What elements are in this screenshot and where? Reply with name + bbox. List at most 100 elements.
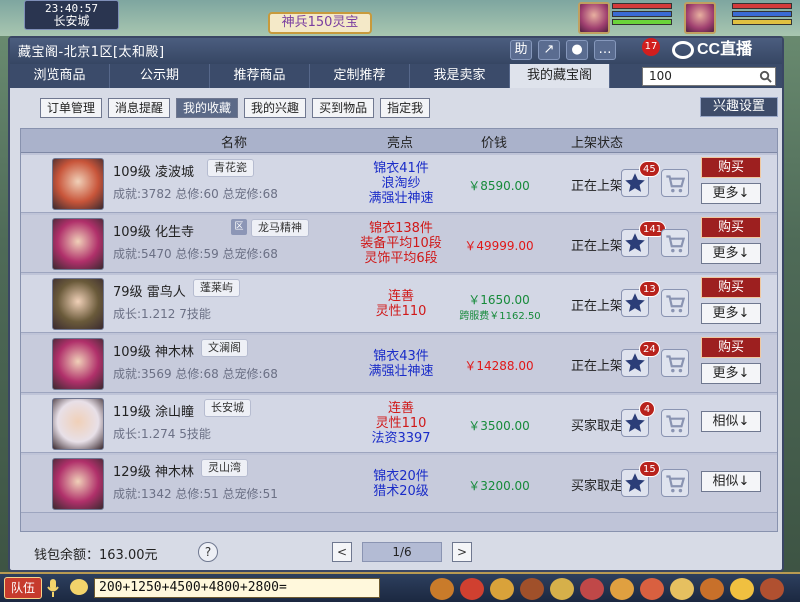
table-row[interactable]: 109级 神木林 文澜阁 成就:3569 总修:68 总宠修:68 锦衣43件 满强壮神… (21, 335, 777, 393)
tab-seller[interactable]: 我是卖家 (410, 64, 510, 88)
character-portrait[interactable] (52, 338, 104, 390)
game-hud-top: 23:40:57 长安城 神兵150灵宝 (0, 0, 800, 36)
tray-emote-icon[interactable] (730, 578, 754, 600)
highlights: 连善 灵性110 (356, 289, 446, 319)
tray-shop-icon[interactable] (580, 578, 604, 600)
more-button[interactable]: 更多↓ (701, 303, 761, 324)
tray-guild-icon[interactable] (670, 578, 694, 600)
price: ￥3500.00 (468, 419, 530, 433)
cart-button[interactable] (661, 349, 689, 377)
tab-publicity[interactable]: 公示期 (110, 64, 210, 88)
level-and-name[interactable]: 109级 神木林 (113, 341, 194, 360)
tray-mail-icon[interactable] (700, 578, 724, 600)
tray-gift-icon[interactable] (550, 578, 574, 600)
record-icon[interactable]: ● (566, 40, 588, 60)
favorite-count: 13 (639, 281, 660, 297)
character-portrait[interactable] (52, 458, 104, 510)
highlight-line: 装备平均10段 (360, 236, 442, 251)
char-stats: 成就:5470 总修:59 总宠修:68 (113, 247, 278, 261)
prev-page-button[interactable]: < (332, 542, 352, 562)
character-portrait[interactable] (52, 398, 104, 450)
character-portrait[interactable] (52, 278, 104, 330)
table-row[interactable]: 79级 雷鸟人 蓬莱屿 成长:1.212 7技能 连善 灵性110 ￥1650.00 跨服费… (21, 275, 777, 333)
table-row[interactable]: 129级 神木林 灵山湾 成就:1342 总修:51 总宠修:51 锦衣20件 猎术20… (21, 455, 777, 513)
favorite-count: 4 (639, 401, 655, 417)
help-icon[interactable]: ? (198, 542, 218, 562)
subtab-messages[interactable]: 消息提醒 (108, 98, 171, 118)
subtab-favorites[interactable]: 我的收藏 (176, 98, 239, 118)
subtab-interests[interactable]: 我的兴趣 (244, 98, 307, 118)
tray-settings-icon[interactable] (760, 578, 784, 600)
cart-button[interactable] (661, 169, 689, 197)
help-icon[interactable]: 助 (510, 40, 532, 60)
char-name: 化生寺 (154, 225, 194, 240)
search-value: 100 (649, 69, 672, 83)
table-row[interactable]: 109级 化生寺 区龙马精神 成就:5470 总修:59 总宠修:68 锦衣138件装… (21, 215, 777, 273)
subtab-orders[interactable]: 订单管理 (40, 98, 103, 118)
emote-icon[interactable] (70, 579, 88, 595)
cart-icon (666, 355, 686, 373)
event-banner[interactable]: 神兵150灵宝 (268, 12, 372, 34)
cart-button[interactable] (661, 409, 689, 437)
chat-input[interactable]: 200+1250+4500+4800+2800= (94, 578, 380, 598)
chat-icon[interactable]: … (594, 40, 616, 60)
team-button[interactable]: 队伍 (4, 577, 42, 599)
tray-pet-icon[interactable] (490, 578, 514, 600)
buy-button[interactable]: 购买 (701, 337, 761, 358)
level-and-name[interactable]: 109级 化生寺 (113, 221, 194, 240)
similar-button[interactable]: 相似↓ (701, 471, 761, 492)
tray-item-icon[interactable] (460, 578, 484, 600)
next-page-button[interactable]: > (452, 542, 472, 562)
highlight-line: 灵饰平均6段 (364, 251, 438, 266)
more-button[interactable]: 更多↓ (701, 183, 761, 204)
favorites-table: 名称 亮点 价钱 上架状态 109级 凌波城 青花瓷 成就:3782 总修:60 总… (20, 128, 778, 532)
cart-button[interactable] (661, 289, 689, 317)
microphone-icon[interactable] (46, 578, 60, 598)
subtab-designated[interactable]: 指定我 (380, 98, 431, 118)
subtab-purchased[interactable]: 买到物品 (312, 98, 375, 118)
level-and-name[interactable]: 119级 涂山瞳 (113, 401, 194, 420)
level-and-name[interactable]: 79级 雷鸟人 (113, 281, 186, 300)
share-icon[interactable]: ↗ (538, 40, 560, 60)
tab-custom[interactable]: 定制推荐 (310, 64, 410, 88)
similar-button[interactable]: 相似↓ (701, 411, 761, 432)
level-and-name[interactable]: 129级 神木林 (113, 461, 194, 480)
cart-icon (666, 475, 686, 493)
price: ￥8590.00 (468, 179, 530, 193)
player-status-bars (732, 3, 792, 33)
character-portrait[interactable] (52, 218, 104, 270)
tray-task-icon[interactable] (520, 578, 544, 600)
tray-friend-icon[interactable] (640, 578, 664, 600)
cart-button[interactable] (661, 469, 689, 497)
table-row[interactable]: 119级 涂山瞳 长安城 成长:1.274 5技能 连善 灵性110 法资3397 ￥350… (21, 395, 777, 453)
search-input[interactable]: 100 (642, 67, 776, 86)
header-status: 上架状态 (571, 136, 624, 151)
more-button[interactable]: 更多↓ (701, 363, 761, 384)
search-icon[interactable] (759, 70, 772, 83)
table-row[interactable]: 109级 凌波城 青花瓷 成就:3782 总修:60 总宠修:68 锦衣41件 浪淘纱满… (21, 155, 777, 213)
highlight-line: 锦衣41件 (373, 161, 429, 176)
window-titlebar[interactable]: 藏宝阁-北京1区[太和殿] 助 ↗ ● … 17 CC直播 (10, 38, 782, 64)
buy-button[interactable]: 购买 (701, 217, 761, 238)
level-and-name[interactable]: 109级 凌波城 (113, 161, 194, 180)
pet-avatar[interactable] (578, 2, 610, 34)
tab-recommended[interactable]: 推荐商品 (210, 64, 310, 88)
header-highlights: 亮点 (387, 136, 414, 151)
tab-my-pavilion[interactable]: 我的藏宝阁 (510, 64, 610, 88)
character-portrait[interactable] (52, 158, 104, 210)
server-tag: 长安城 (204, 399, 251, 417)
interest-settings-button[interactable]: 兴趣设置 (700, 97, 778, 117)
buy-button[interactable]: 购买 (701, 277, 761, 298)
char-stats: 成就:3782 总修:60 总宠修:68 (113, 187, 278, 201)
tray-bag-icon[interactable] (430, 578, 454, 600)
cart-button[interactable] (661, 229, 689, 257)
tab-browse[interactable]: 浏览商品 (10, 64, 110, 88)
game-hud-bottom: 队伍 200+1250+4500+4800+2800= (0, 572, 800, 602)
tray-system-icon[interactable] (610, 578, 634, 600)
player-avatar[interactable] (684, 2, 716, 34)
table-header: 名称 亮点 价钱 上架状态 (21, 129, 777, 153)
more-button[interactable]: 更多↓ (701, 243, 761, 264)
highlight-line: 满强壮神速 (368, 364, 434, 379)
buy-button[interactable]: 购买 (701, 157, 761, 178)
highlight-line: 猎术20级 (373, 484, 429, 499)
